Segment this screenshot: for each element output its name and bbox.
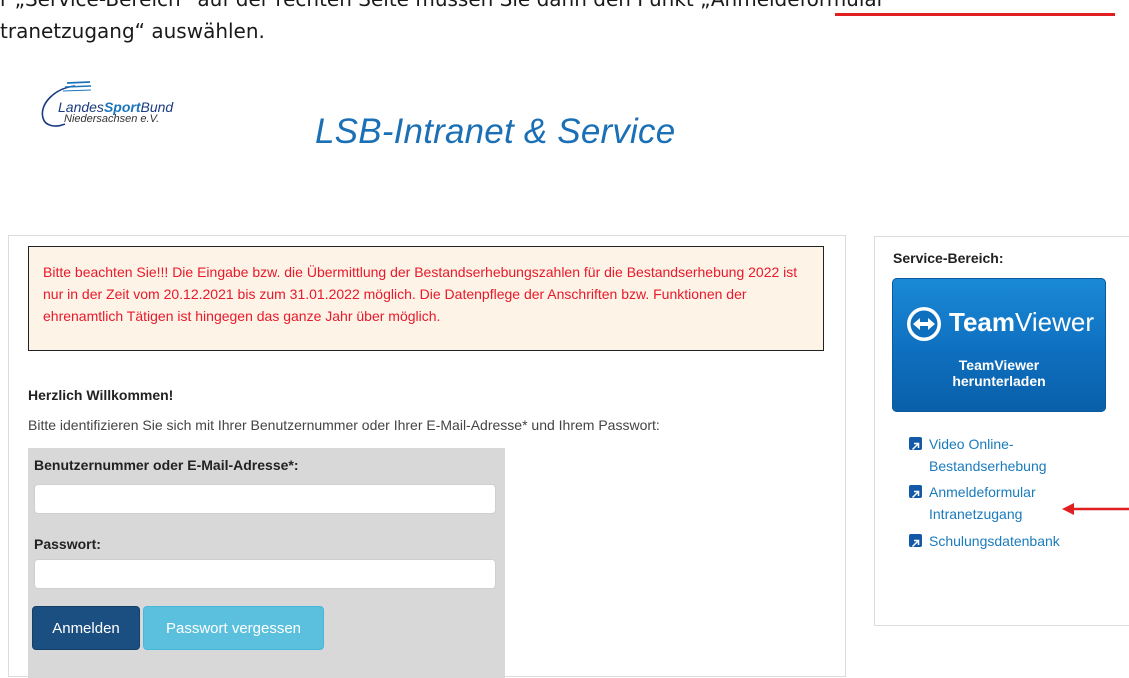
doc-instruction-line1: r „Service-Bereich“ auf der rechten Seit… bbox=[0, 0, 885, 11]
arrow-left-icon bbox=[1062, 503, 1129, 515]
welcome-title: Herzlich Willkommen! bbox=[28, 387, 174, 403]
welcome-text: Bitte identifizieren Sie sich mit Ihrer … bbox=[28, 417, 660, 433]
external-link-icon bbox=[909, 485, 922, 499]
external-link-icon bbox=[909, 534, 922, 548]
notice-box: Bitte beachten Sie!!! Die Eingabe bzw. d… bbox=[28, 246, 824, 351]
teamviewer-brand: TeamViewer bbox=[949, 307, 1095, 337]
annotation-underline bbox=[835, 13, 1115, 16]
doc-instruction-line2: tranetzugang“ auswählen. bbox=[0, 19, 265, 43]
login-button[interactable]: Anmelden bbox=[32, 606, 140, 650]
logo-subtitle: Niedersachsen e.V. bbox=[64, 113, 160, 125]
site-title: LSB-Intranet & Service bbox=[315, 112, 676, 151]
password-field-label: Passwort: bbox=[34, 536, 101, 552]
teamviewer-logo-icon bbox=[907, 307, 941, 341]
teamviewer-download-label: TeamViewer herunterladen bbox=[952, 357, 1046, 389]
password-field[interactable] bbox=[34, 559, 496, 589]
external-link-icon bbox=[909, 437, 922, 451]
service-panel-title: Service-Bereich: bbox=[893, 250, 1004, 266]
teamviewer-download-button[interactable] bbox=[892, 278, 1106, 412]
user-field-label: Benutzernummer oder E-Mail-Adresse*: bbox=[34, 457, 299, 473]
user-field[interactable] bbox=[34, 484, 496, 514]
forgot-password-button[interactable]: Passwort vergessen bbox=[143, 606, 324, 650]
